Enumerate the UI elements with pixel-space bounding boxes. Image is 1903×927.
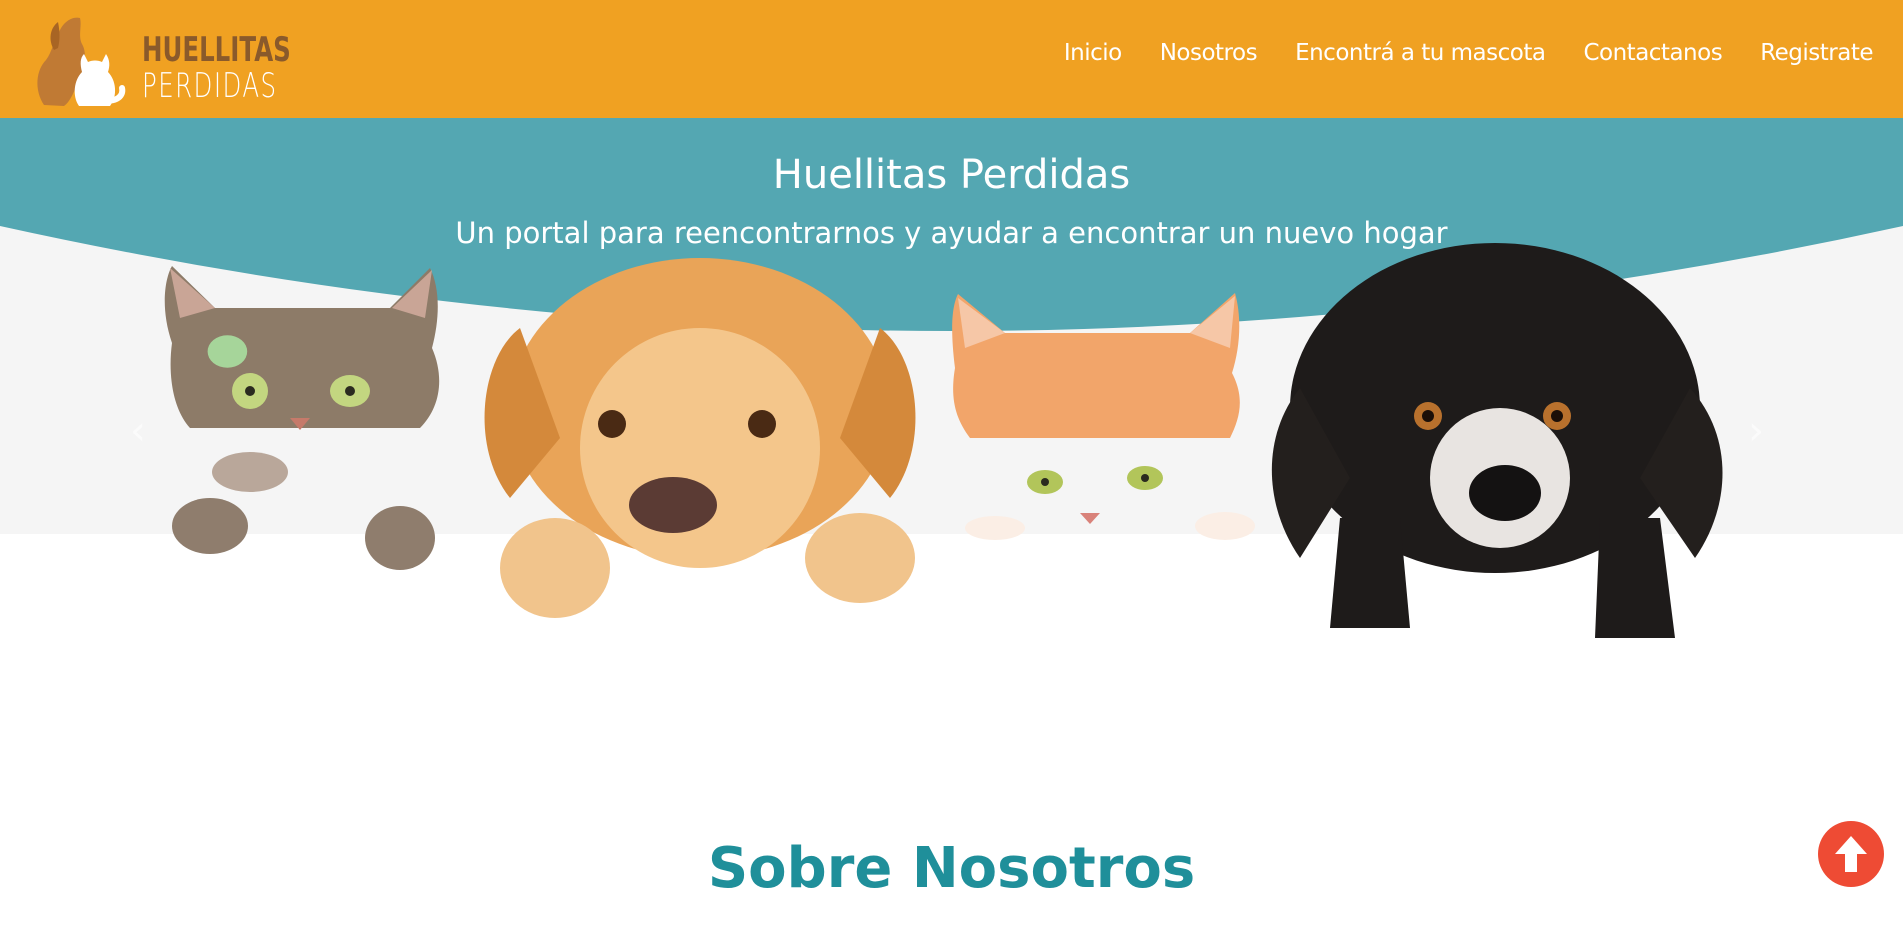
scroll-top-button[interactable] [1818, 821, 1884, 887]
brand-line-2: PERDIDAS [142, 66, 278, 106]
black-dog-illustration [1271, 243, 1723, 638]
nav-link-encontra-mascota[interactable]: Encontrá a tu mascota [1295, 40, 1546, 66]
brand-line-1: HUELLITAS [142, 30, 291, 70]
golden-dog-illustration [484, 258, 916, 618]
nav-link-contactanos[interactable]: Contactanos [1583, 40, 1722, 66]
pets-image [164, 243, 1723, 638]
chevron-right-icon: › [1748, 408, 1764, 454]
brand-logo[interactable]: HUELLITAS PERDIDAS [24, 10, 291, 110]
brand-wordmark: HUELLITAS PERDIDAS [142, 32, 349, 104]
nav-link-inicio[interactable]: Inicio [1064, 40, 1122, 66]
main-nav: Inicio Nosotros Encontrá a tu mascota Co… [1064, 40, 1874, 66]
tabby-cat-illustration [164, 266, 440, 570]
hero-carousel: Huellitas Perdidas Un portal para reenco… [0, 118, 1903, 658]
pet-silhouette-icon [37, 17, 126, 107]
carousel-prev[interactable]: ‹ [130, 408, 146, 454]
carousel-next[interactable]: › [1748, 408, 1764, 454]
orange-cat-illustration [952, 293, 1255, 540]
about-title: Sobre Nosotros [707, 836, 1196, 902]
chevron-left-icon: ‹ [130, 408, 146, 454]
arrow-up-icon [1835, 836, 1867, 872]
nav-link-registrate[interactable]: Registrate [1760, 40, 1873, 66]
navbar: HUELLITAS PERDIDAS Inicio Nosotros Encon… [0, 0, 1903, 118]
nav-link-nosotros[interactable]: Nosotros [1160, 40, 1258, 66]
